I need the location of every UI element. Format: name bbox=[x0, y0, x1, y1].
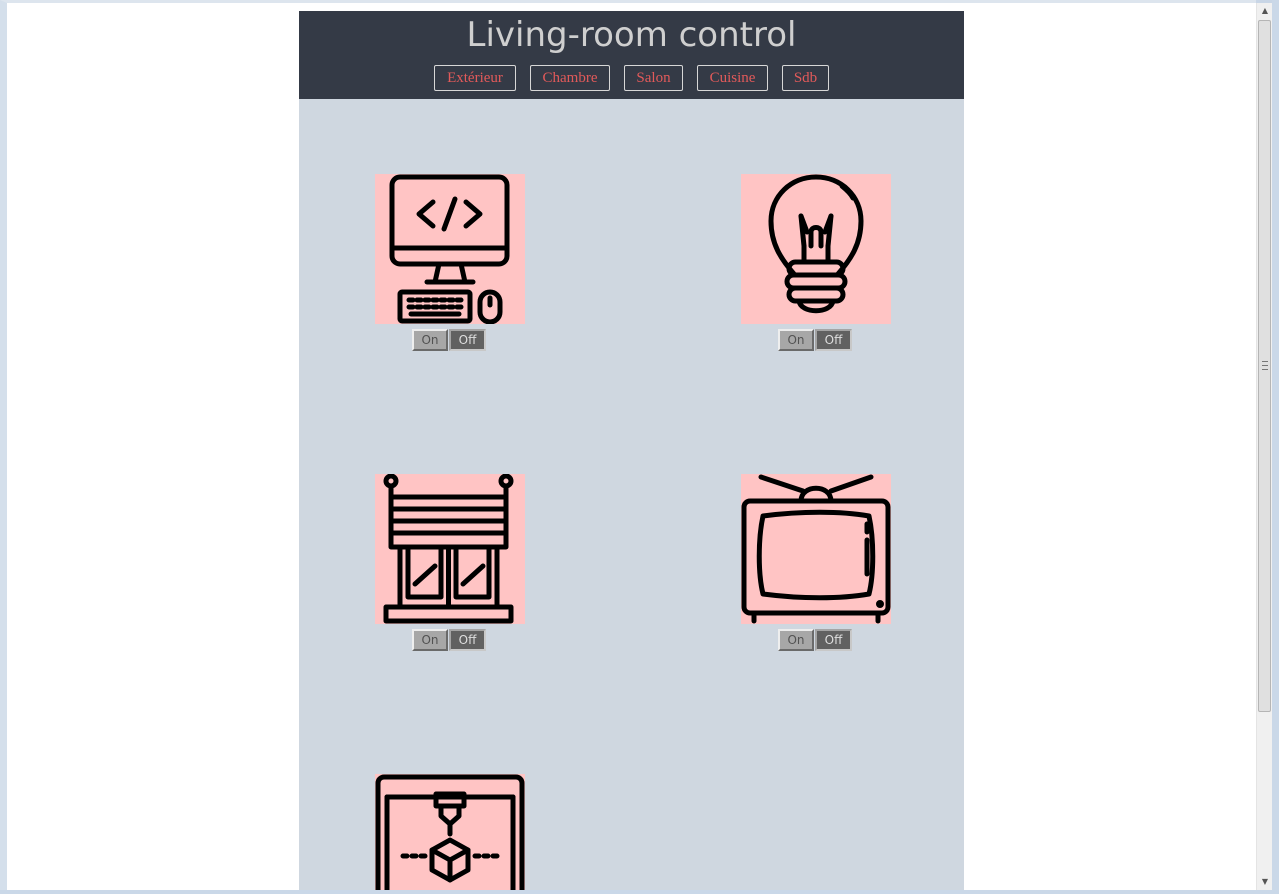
nav-button-salon[interactable]: Salon bbox=[624, 65, 683, 91]
3d-printer-icon[interactable] bbox=[375, 774, 525, 890]
vertical-scrollbar[interactable]: ▲ ▼ bbox=[1256, 3, 1272, 890]
nav-button-sdb[interactable]: Sdb bbox=[782, 65, 829, 91]
blind-toggle: On Off bbox=[412, 629, 486, 651]
page-title: Living-room control bbox=[466, 15, 797, 55]
page-container: Living-room control Extérieur Chambre Sa… bbox=[299, 11, 964, 890]
blind-on-button[interactable]: On bbox=[412, 629, 448, 651]
scroll-up-arrow-icon[interactable]: ▲ bbox=[1257, 3, 1273, 19]
tv-off-button[interactable]: Off bbox=[815, 629, 852, 651]
light-toggle: On Off bbox=[778, 329, 852, 351]
computer-toggle: On Off bbox=[412, 329, 486, 351]
scroll-down-arrow-icon[interactable]: ▼ bbox=[1257, 874, 1273, 890]
window-frame-bottom bbox=[0, 890, 1279, 894]
nav-button-chambre[interactable]: Chambre bbox=[530, 65, 610, 91]
tv-toggle: On Off bbox=[778, 629, 852, 651]
light-off-button[interactable]: Off bbox=[815, 329, 852, 351]
tv-on-button[interactable]: On bbox=[778, 629, 814, 651]
scrollbar-thumb[interactable] bbox=[1258, 20, 1271, 712]
window-blind-icon[interactable] bbox=[375, 474, 525, 624]
scrollbar-grip-icon bbox=[1262, 361, 1268, 370]
light-bulb-icon[interactable] bbox=[741, 174, 891, 324]
light-on-button[interactable]: On bbox=[778, 329, 814, 351]
computer-on-button[interactable]: On bbox=[412, 329, 448, 351]
header: Living-room control Extérieur Chambre Sa… bbox=[299, 11, 964, 99]
blind-off-button[interactable]: Off bbox=[449, 629, 486, 651]
browser-viewport: Living-room control Extérieur Chambre Sa… bbox=[0, 0, 1256, 890]
computer-icon[interactable] bbox=[375, 174, 525, 324]
room-nav: Extérieur Chambre Salon Cuisine Sdb bbox=[299, 65, 964, 91]
nav-button-exterieur[interactable]: Extérieur bbox=[434, 65, 516, 91]
computer-off-button[interactable]: Off bbox=[449, 329, 486, 351]
television-icon[interactable] bbox=[741, 474, 891, 624]
window-frame-right bbox=[1272, 0, 1279, 894]
nav-button-cuisine[interactable]: Cuisine bbox=[697, 65, 768, 91]
